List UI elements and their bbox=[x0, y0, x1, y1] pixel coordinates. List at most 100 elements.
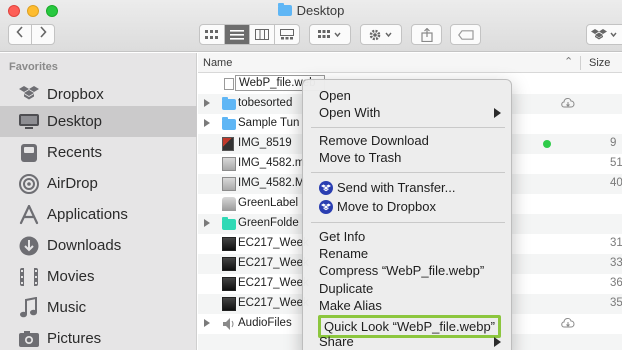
navigation-buttons bbox=[8, 24, 55, 45]
submenu-arrow-icon bbox=[494, 337, 501, 347]
menu-item-duplicate[interactable]: Duplicate bbox=[303, 280, 513, 298]
movies-icon bbox=[18, 266, 40, 288]
column-view-button[interactable] bbox=[249, 25, 274, 44]
list-view-button[interactable] bbox=[224, 25, 249, 44]
sidebar-item-label: Downloads bbox=[47, 237, 122, 254]
file-name: IMG_4582.M bbox=[238, 177, 305, 189]
disclosure-triangle-icon[interactable] bbox=[204, 119, 210, 127]
sidebar-item-label: Music bbox=[47, 299, 87, 316]
menu-item-label: Rename bbox=[319, 246, 369, 261]
menu-item-label: Make Alias bbox=[319, 298, 382, 313]
file-name: IMG_8519 bbox=[238, 137, 292, 149]
sidebar-item-music[interactable]: Music bbox=[0, 292, 197, 323]
menu-item-label: Move to Trash bbox=[319, 150, 402, 165]
forward-button[interactable] bbox=[31, 25, 54, 44]
menu-item-open[interactable]: Open bbox=[303, 87, 513, 105]
dropbox-icon bbox=[319, 181, 333, 195]
dropbox-toolbar-button[interactable] bbox=[586, 24, 622, 45]
share-button[interactable] bbox=[411, 24, 442, 45]
audio-folder-icon bbox=[223, 318, 234, 330]
context-menu: Open Open With Remove Download Move to T… bbox=[302, 79, 512, 350]
size-column-header[interactable]: Size bbox=[589, 57, 610, 69]
recents-icon bbox=[18, 142, 40, 164]
menu-item-remove-download[interactable]: Remove Download bbox=[303, 132, 513, 150]
sidebar-item-pictures[interactable]: Pictures bbox=[0, 323, 197, 350]
file-size: 51 bbox=[610, 157, 622, 169]
tags-button[interactable] bbox=[450, 24, 481, 45]
back-button[interactable] bbox=[9, 25, 31, 44]
menu-item-send-with-transfer[interactable]: Send with Transfer... bbox=[303, 179, 513, 197]
image-thumbnail-icon bbox=[222, 297, 236, 311]
menu-item-open-with[interactable]: Open With bbox=[303, 104, 513, 122]
gallery-view-button[interactable] bbox=[274, 25, 299, 44]
dropbox-icon bbox=[18, 84, 40, 106]
sidebar-item-recents[interactable]: Recents bbox=[0, 137, 197, 168]
menu-separator bbox=[311, 222, 505, 223]
menu-item-label: Remove Download bbox=[319, 133, 429, 148]
menu-item-move-to-dropbox[interactable]: Move to Dropbox bbox=[303, 198, 513, 216]
dropbox-icon bbox=[319, 200, 333, 214]
folder-icon bbox=[277, 3, 292, 16]
window-title: Desktop bbox=[296, 3, 345, 18]
menu-item-compress[interactable]: Compress “WebP_file.webp” bbox=[303, 262, 513, 280]
file-name: EC217_Week bbox=[238, 277, 309, 289]
window-title-area: Desktop bbox=[0, 3, 622, 18]
grid-icon bbox=[318, 29, 341, 38]
list-view-icon bbox=[230, 29, 244, 40]
disclosure-triangle-icon[interactable] bbox=[204, 219, 210, 227]
file-name: EC217_Week bbox=[238, 257, 309, 269]
menu-item-make-alias[interactable]: Make Alias bbox=[303, 297, 513, 315]
share-icon bbox=[420, 27, 433, 42]
sidebar-item-label: AirDrop bbox=[47, 175, 98, 192]
sidebar-item-label: Movies bbox=[47, 268, 95, 285]
menu-item-get-info[interactable]: Get Info bbox=[303, 228, 513, 246]
sidebar-item-label: Desktop bbox=[47, 113, 103, 130]
action-menu-button[interactable] bbox=[360, 24, 402, 45]
file-name: EC217_Week bbox=[238, 297, 309, 309]
disclosure-triangle-icon[interactable] bbox=[204, 99, 210, 107]
menu-item-label: Send with Transfer... bbox=[337, 180, 456, 195]
menu-item-quick-look[interactable]: Quick Look “WebP_file.webp” bbox=[303, 315, 513, 338]
music-icon bbox=[18, 296, 40, 319]
name-column-header[interactable]: Name bbox=[203, 57, 232, 69]
gear-icon bbox=[369, 29, 392, 40]
column-divider[interactable] bbox=[580, 56, 581, 70]
file-size: 9 bbox=[610, 137, 617, 149]
menu-item-move-to-trash[interactable]: Move to Trash bbox=[303, 149, 513, 167]
icon-view-button[interactable] bbox=[200, 25, 224, 44]
file-name: tobesorted bbox=[238, 97, 293, 109]
sidebar-item-airdrop[interactable]: AirDrop bbox=[0, 168, 197, 199]
pictures-icon bbox=[18, 328, 40, 350]
sidebar-item-downloads[interactable]: Downloads bbox=[0, 230, 197, 261]
menu-item-label: Open bbox=[319, 88, 351, 103]
file-name: Sample Tun bbox=[238, 117, 300, 129]
sidebar-item-desktop[interactable]: Desktop bbox=[0, 106, 197, 137]
file-name: AudioFiles bbox=[238, 317, 292, 329]
file-size: 40 bbox=[610, 177, 622, 189]
sidebar-item-label: Applications bbox=[47, 206, 128, 223]
menu-item-share[interactable]: Share bbox=[303, 333, 513, 350]
file-size: 33 bbox=[610, 257, 622, 269]
menu-item-label: Open With bbox=[319, 105, 381, 120]
cloud-download-icon[interactable] bbox=[560, 316, 576, 330]
sidebar-item-label: Dropbox bbox=[47, 86, 104, 103]
column-header: Name ⌃ Size bbox=[198, 53, 622, 73]
sidebar-item-applications[interactable]: Applications bbox=[0, 199, 197, 230]
desktop-icon bbox=[18, 111, 40, 133]
window-toolbar: Desktop bbox=[0, 0, 622, 52]
view-mode-segmented-control bbox=[199, 24, 300, 45]
image-thumbnail-icon bbox=[222, 237, 236, 251]
disclosure-triangle-icon[interactable] bbox=[204, 319, 210, 327]
cloud-download-icon[interactable] bbox=[560, 96, 576, 110]
image-thumbnail-icon bbox=[222, 257, 236, 271]
folder-icon bbox=[222, 217, 236, 230]
chevron-left-icon bbox=[16, 26, 23, 38]
icon-view-icon bbox=[205, 29, 218, 39]
menu-separator bbox=[311, 127, 505, 128]
sidebar-item-movies[interactable]: Movies bbox=[0, 261, 197, 292]
group-by-button[interactable] bbox=[309, 24, 351, 45]
menu-item-rename[interactable]: Rename bbox=[303, 245, 513, 263]
image-thumbnail-icon bbox=[222, 277, 236, 291]
file-name: IMG_4582.m bbox=[238, 157, 305, 169]
applications-icon bbox=[18, 204, 40, 226]
